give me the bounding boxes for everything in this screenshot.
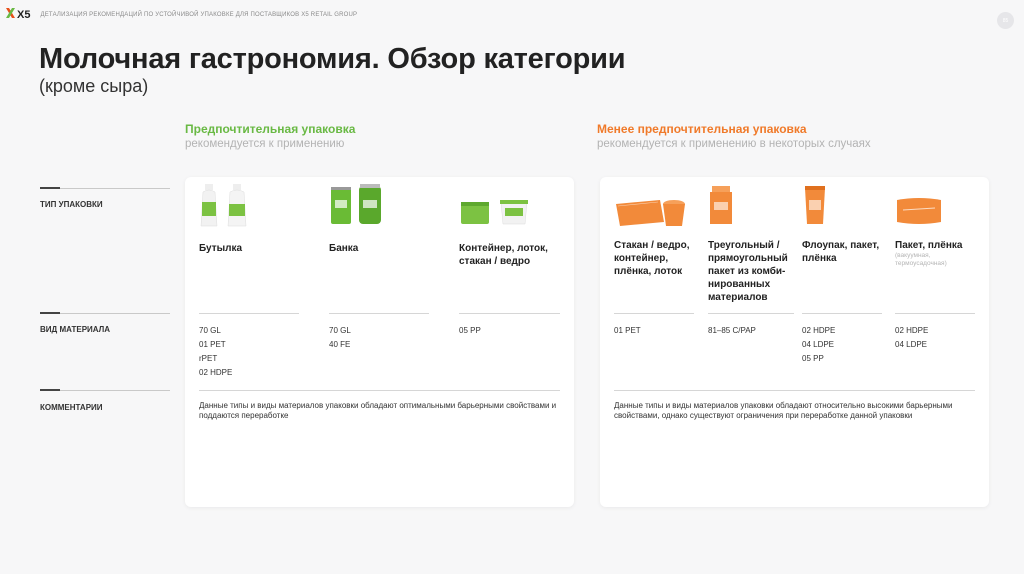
- material-list: 01 PET: [614, 324, 641, 338]
- item-note: (вакуумная, термоусадочная): [895, 252, 947, 267]
- preferred-title: Предпочтительная упаковка: [185, 122, 356, 136]
- material-list: 81–85 C/PAP: [708, 324, 756, 338]
- material-code: rPET: [199, 354, 218, 363]
- item-bag: Пакет, плёнка (вакуумная, термоусадочная…: [895, 196, 981, 268]
- material-list: 05 PP: [459, 324, 481, 338]
- container-icon: [461, 200, 528, 225]
- material-code: 01 PET: [199, 340, 226, 349]
- can-icon: [331, 184, 381, 224]
- row-divider: [40, 389, 170, 391]
- flowpack-icon: [805, 186, 825, 224]
- logo-text: X5: [17, 8, 31, 21]
- row-divider: [40, 312, 170, 314]
- less-preferred-comment: Данные типы и виды материалов упаковки о…: [614, 401, 953, 420]
- item-name: Банка: [329, 243, 359, 254]
- item-carton: Треугольный / прямоугольный пакет из ком…: [708, 186, 798, 304]
- document-title: ДЕТАЛИЗАЦИЯ РЕКОМЕНДАЦИЙ ПО УСТОЙЧИВОЙ У…: [40, 11, 358, 18]
- item-name: Стакан / ведро, контейнер, плёнка, лоток: [614, 240, 690, 277]
- row-divider: [40, 187, 170, 189]
- item-name: Контейнер, лоток, стакан / ведро: [459, 243, 548, 267]
- less-preferred-card: Стакан / ведро, контейнер, плёнка, лоток…: [600, 177, 989, 507]
- material-list: 02 HDPE 04 LDPE: [895, 324, 928, 352]
- top-bar: X5 ДЕТАЛИЗАЦИЯ РЕКОМЕНДАЦИЙ ПО УСТОЙЧИВО…: [6, 8, 357, 21]
- item-name: Треугольный / прямоугольный пакет из ком…: [708, 240, 788, 303]
- material-code: 81–85 C/PAP: [708, 326, 756, 335]
- material-code: 04 LDPE: [802, 340, 835, 349]
- less-preferred-title: Менее предпочтительная упаковка: [597, 122, 807, 136]
- material-code: 70 GL: [199, 326, 221, 335]
- x5-logo: X5: [6, 8, 30, 21]
- bottle-icon: [200, 184, 247, 227]
- separator: [199, 313, 299, 314]
- row-label-comments: КОММЕНТАРИИ: [40, 403, 103, 412]
- preferred-subtitle: рекомендуется к применению: [185, 138, 345, 150]
- cup-tray-icon: [616, 200, 685, 226]
- separator: [708, 313, 794, 314]
- material-list: 70 GL 01 PET rPET 02 HDPE: [199, 324, 232, 380]
- carton-icon: [710, 186, 732, 224]
- separator: [895, 313, 975, 314]
- preferred-comment: Данные типы и виды материалов упаковки о…: [199, 401, 557, 420]
- separator: [459, 313, 560, 314]
- x5-logo-mark: [6, 8, 15, 21]
- item-container: Контейнер, лоток, стакан / ведро: [459, 184, 564, 268]
- item-name: Флоупак, пакет, плёнка: [802, 240, 880, 264]
- page-subtitle: (кроме сыра): [39, 76, 149, 96]
- material-code: 02 HDPE: [895, 326, 929, 335]
- material-code: 70 GL: [329, 326, 351, 335]
- material-code: 02 HDPE: [199, 368, 233, 377]
- item-name: Пакет, плёнка: [895, 240, 963, 251]
- page-number: 85: [997, 12, 1014, 29]
- row-label-material: ВИД МАТЕРИАЛА: [40, 325, 111, 334]
- material-code: 05 PP: [459, 326, 481, 335]
- row-label-type: ТИП УПАКОВКИ: [40, 200, 103, 209]
- material-code: 02 HDPE: [802, 326, 836, 335]
- item-cup-tray: Стакан / ведро, контейнер, плёнка, лоток: [614, 196, 700, 278]
- less-preferred-subtitle: рекомендуется к применению в некоторых с…: [597, 138, 871, 150]
- separator: [199, 390, 560, 391]
- material-list: 02 HDPE 04 LDPE 05 PP: [802, 324, 835, 366]
- separator: [329, 313, 429, 314]
- separator: [614, 313, 694, 314]
- item-bottle: Бутылка: [199, 184, 299, 255]
- page-title: Молочная гастрономия. Обзор категории: [39, 43, 626, 75]
- material-code: 04 LDPE: [895, 340, 928, 349]
- preferred-card: Бутылка Банка Контейнер, лоток, стакан /…: [185, 177, 574, 507]
- separator: [614, 390, 975, 391]
- bag-icon: [897, 198, 941, 224]
- item-name: Бутылка: [199, 243, 243, 254]
- item-flowpack: Флоупак, пакет, плёнка: [802, 186, 888, 265]
- material-code: 40 FE: [329, 340, 351, 349]
- material-code: 01 PET: [614, 326, 641, 335]
- material-list: 70 GL 40 FE: [329, 324, 351, 352]
- material-code: 05 PP: [802, 354, 824, 363]
- item-can: Банка: [329, 184, 429, 255]
- separator: [802, 313, 882, 314]
